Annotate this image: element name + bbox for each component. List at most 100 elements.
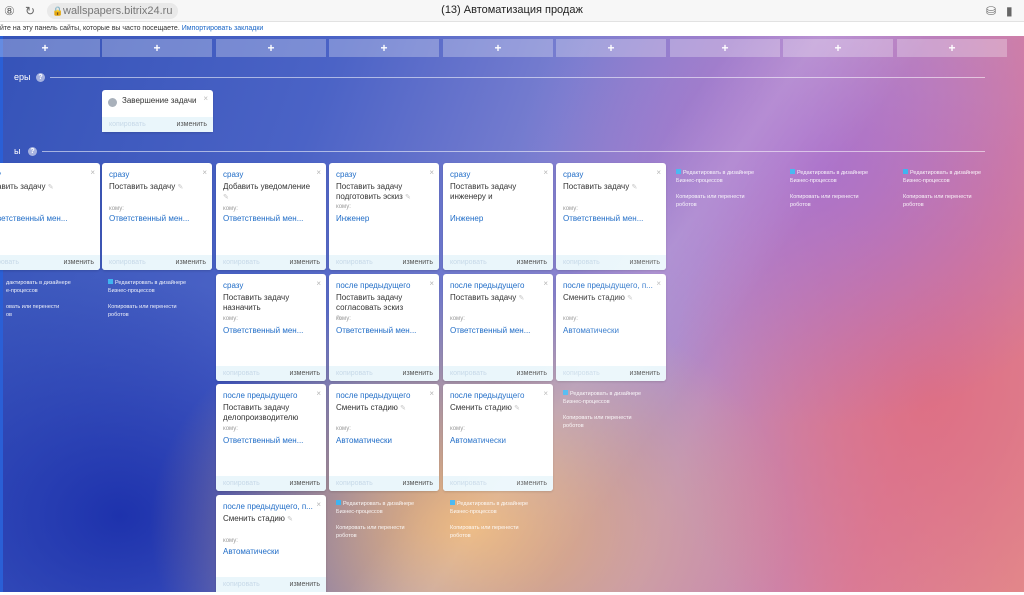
- copy-link[interactable]: копировать: [450, 366, 487, 381]
- add-button-col2[interactable]: +: [216, 39, 326, 57]
- edit-link[interactable]: изменить: [64, 255, 94, 270]
- pencil-icon[interactable]: ✎: [627, 295, 633, 302]
- robot-card[interactable]: сразу × Добавить уведомление ✎ кому: Отве…: [216, 163, 326, 270]
- close-icon[interactable]: ×: [316, 389, 321, 398]
- robot-when[interactable]: после предыдущего, п...: [563, 281, 654, 290]
- close-icon[interactable]: ×: [429, 389, 434, 398]
- add-button-col0[interactable]: +: [0, 39, 100, 57]
- add-button-col4[interactable]: +: [443, 39, 553, 57]
- copy-link[interactable]: копировать: [563, 366, 600, 381]
- robot-card[interactable]: сразу × Поставить задачу ✎ кому: Ответст…: [102, 163, 212, 270]
- robot-when[interactable]: после предыдущего: [223, 391, 314, 400]
- close-icon[interactable]: ×: [543, 279, 548, 288]
- close-icon[interactable]: ×: [202, 168, 207, 177]
- robot-card[interactable]: после предыдущего × Поставить задачу сог…: [329, 274, 439, 381]
- copy-link[interactable]: копировать: [223, 366, 260, 381]
- copy-move-link[interactable]: Копировать или перенести роботов: [563, 414, 671, 430]
- close-icon[interactable]: ×: [656, 168, 661, 177]
- pencil-icon[interactable]: ✎: [518, 295, 524, 302]
- edit-link[interactable]: изменить: [630, 366, 660, 381]
- robot-assignee[interactable]: Ответственный мен...: [223, 436, 320, 445]
- pencil-icon[interactable]: ✎: [177, 184, 183, 191]
- designer-link[interactable]: Редактировать в дизайнере Бизнес-процессо…: [676, 169, 754, 184]
- robot-assignee[interactable]: Инженер: [336, 214, 433, 223]
- designer-link[interactable]: Редактировать в дизайнере Бизнес-процессо…: [108, 279, 186, 294]
- designer-link[interactable]: Редактировать в дизайнере Бизнес-процессо…: [903, 169, 981, 184]
- add-button-col5[interactable]: +: [556, 39, 666, 57]
- pencil-icon[interactable]: ✎: [287, 516, 293, 523]
- close-icon[interactable]: ×: [316, 168, 321, 177]
- import-bookmarks-link[interactable]: Импортировать закладки: [182, 25, 264, 32]
- robot-card[interactable]: сразу × Поставить задачу назначить кому:…: [216, 274, 326, 381]
- robot-when[interactable]: у: [0, 170, 88, 179]
- copy-move-link[interactable]: овать или перенести ов: [6, 303, 114, 319]
- close-icon[interactable]: ×: [543, 389, 548, 398]
- copy-link[interactable]: копировать: [563, 255, 600, 270]
- pencil-icon[interactable]: ✎: [514, 405, 520, 412]
- robot-card[interactable]: сразу × Поставить задачу ✎ кому: Ответст…: [556, 163, 666, 270]
- designer-link[interactable]: Редактировать в дизайнере Бизнес-процессо…: [790, 169, 868, 184]
- robot-card[interactable]: после предыдущего, п... × Сменить стадию…: [216, 495, 326, 592]
- edit-link[interactable]: изменить: [403, 476, 433, 491]
- edit-link[interactable]: изменить: [630, 255, 660, 270]
- robot-card[interactable]: после предыдущего × Сменить стадию ✎ ком…: [329, 384, 439, 491]
- robot-card[interactable]: сразу × Поставить задачу подготовить эск…: [329, 163, 439, 270]
- copy-link[interactable]: копировать: [223, 476, 260, 491]
- copy-link[interactable]: ровать: [0, 255, 19, 270]
- edit-link[interactable]: изменить: [290, 255, 320, 270]
- robot-card[interactable]: после предыдущего × Сменить стадию ✎ ком…: [443, 384, 553, 491]
- copy-link[interactable]: копировать: [336, 255, 373, 270]
- close-icon[interactable]: ×: [90, 168, 95, 177]
- robot-assignee[interactable]: Автоматически: [336, 436, 433, 445]
- robot-assignee[interactable]: Ответственный мен...: [223, 214, 320, 223]
- copy-link[interactable]: копировать: [450, 255, 487, 270]
- copy-link[interactable]: копировать: [223, 577, 260, 592]
- copy-link[interactable]: копировать: [450, 476, 487, 491]
- close-icon[interactable]: ×: [316, 279, 321, 288]
- robot-assignee[interactable]: Ответственный мен...: [336, 326, 433, 335]
- robot-assignee[interactable]: Ответственный мен...: [450, 326, 547, 335]
- address-bar[interactable]: 🔒 wallspapers.bitrix24.ru: [47, 3, 179, 19]
- extensions-icon[interactable]: ⛁: [986, 3, 996, 19]
- robot-when[interactable]: сразу: [563, 170, 654, 179]
- robot-card[interactable]: после предыдущего × Поставить задачу дел…: [216, 384, 326, 491]
- copy-move-link[interactable]: Копировать или перенести роботов: [108, 303, 216, 319]
- robot-when[interactable]: сразу: [223, 281, 314, 290]
- edit-link[interactable]: изменить: [290, 577, 320, 592]
- add-button-col8[interactable]: +: [897, 39, 1007, 57]
- edit-link[interactable]: изменить: [176, 255, 206, 270]
- robot-when[interactable]: после предыдущего, п...: [223, 502, 314, 511]
- robot-card[interactable]: после предыдущего, п... × Сменить стадию…: [556, 274, 666, 381]
- close-icon[interactable]: ×: [543, 168, 548, 177]
- robot-when[interactable]: сразу: [450, 170, 541, 179]
- close-icon[interactable]: ×: [429, 279, 434, 288]
- robot-assignee[interactable]: Автоматически: [450, 436, 547, 445]
- robot-when[interactable]: сразу: [109, 170, 200, 179]
- edit-link[interactable]: изменить: [290, 476, 320, 491]
- copy-move-link[interactable]: Копировать или перенести роботов: [450, 524, 558, 540]
- designer-link[interactable]: Редактировать в дизайнере Бизнес-процессо…: [563, 390, 641, 405]
- add-button-col6[interactable]: +: [670, 39, 780, 57]
- copy-link[interactable]: копировать: [109, 255, 146, 270]
- add-button-col1[interactable]: +: [102, 39, 212, 57]
- copy-move-link[interactable]: Копировать или перенести роботов: [790, 193, 898, 209]
- edit-link[interactable]: изменить: [177, 117, 207, 132]
- pencil-icon[interactable]: ✎: [48, 184, 54, 191]
- robot-assignee[interactable]: Автоматически: [223, 547, 320, 556]
- close-icon[interactable]: ×: [429, 168, 434, 177]
- help-icon[interactable]: ?: [28, 147, 37, 156]
- designer-link[interactable]: Редактировать в дизайнере Бизнес-процессо…: [450, 500, 528, 515]
- trigger-card[interactable]: Завершение задачи × копировать изменить: [102, 90, 213, 132]
- edit-link[interactable]: изменить: [290, 366, 320, 381]
- robot-card[interactable]: сразу × Поставить задачу инженеру и Инже…: [443, 163, 553, 270]
- robot-assignee[interactable]: Автоматически: [563, 326, 660, 335]
- add-button-col7[interactable]: +: [783, 39, 893, 57]
- copy-move-link[interactable]: Копировать или перенести роботов: [336, 524, 444, 540]
- robot-card[interactable]: после предыдущего × Поставить задачу ✎ к…: [443, 274, 553, 381]
- pencil-icon[interactable]: ✎: [223, 194, 229, 201]
- designer-link[interactable]: дактировать в дизайнере е-процессов: [6, 280, 71, 294]
- add-button-col3[interactable]: +: [329, 39, 439, 57]
- robot-assignee[interactable]: Инженер: [450, 214, 547, 223]
- robot-assignee[interactable]: Ответственный мен...: [223, 326, 320, 335]
- copy-link[interactable]: копировать: [336, 476, 373, 491]
